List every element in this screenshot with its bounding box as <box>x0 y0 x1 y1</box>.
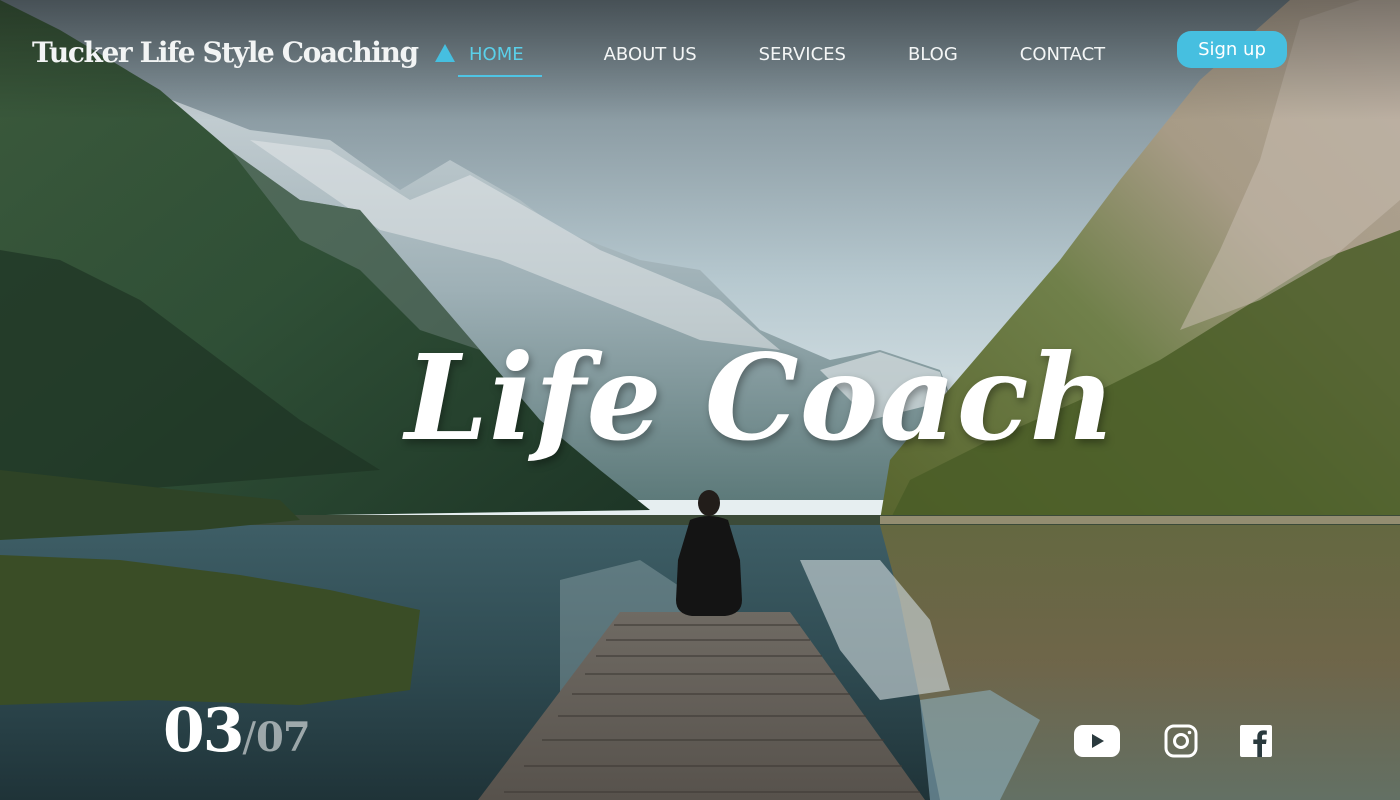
slide-counter-separator: / <box>242 715 256 761</box>
nav-item-services[interactable]: SERVICES <box>759 44 846 77</box>
brand-name[interactable]: Tucker Life Style Coaching <box>32 36 419 69</box>
nav-item-blog[interactable]: BLOG <box>908 44 958 77</box>
social-links <box>1074 722 1272 760</box>
brand[interactable]: Tucker Life Style Coaching <box>32 36 456 69</box>
triangle-logo-icon <box>434 43 455 62</box>
nav-item-contact[interactable]: CONTACT <box>1020 44 1105 77</box>
instagram-icon[interactable] <box>1164 724 1198 758</box>
slide-counter-total: 07 <box>255 714 311 761</box>
slide-counter-current: 03 <box>163 696 244 766</box>
hero-title: Life Coach <box>405 328 1117 467</box>
youtube-icon[interactable] <box>1074 722 1120 760</box>
nav-item-home[interactable]: HOME <box>458 44 542 77</box>
nav-item-about-us[interactable]: ABOUT US <box>604 44 697 77</box>
facebook-icon[interactable] <box>1240 725 1272 757</box>
slide-counter: 03/07 <box>163 696 311 766</box>
signup-button[interactable]: Sign up <box>1177 31 1287 68</box>
main-nav: HOME ABOUT US SERVICES BLOG CONTACT <box>458 44 1105 77</box>
